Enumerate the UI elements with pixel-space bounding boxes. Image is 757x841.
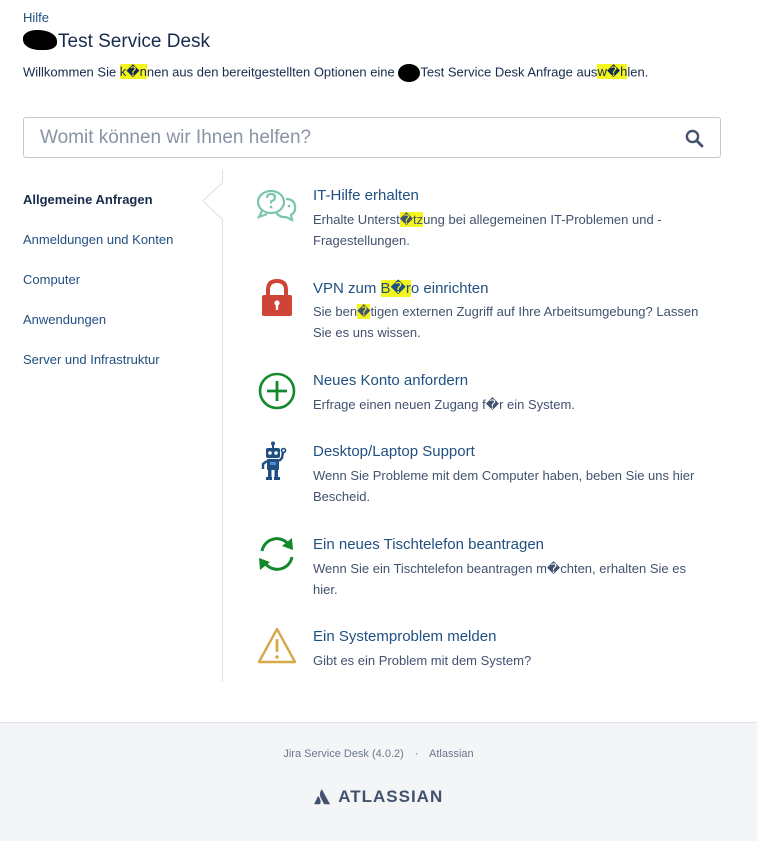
search-box <box>23 117 721 158</box>
nav-divider <box>222 170 223 682</box>
redaction-mark <box>398 64 421 82</box>
request-title[interactable]: Ein neues Tischtelefon beantragen <box>313 536 544 553</box>
footer-vendor-link[interactable]: Atlassian <box>429 748 474 760</box>
request-description: Sie ben�tigen externen Zugriff auf Ihre … <box>313 301 708 343</box>
refresh-icon <box>254 534 298 574</box>
desc-part: tigen externen Zugriff auf Ihre Arbeitsu… <box>313 304 699 340</box>
atlassian-mark-icon <box>313 789 330 805</box>
highlight: �tz <box>399 212 424 227</box>
welcome-part: nen aus den bereitgestellten Optionen ei… <box>146 64 395 80</box>
breadcrumb-help-link[interactable]: Hilfe <box>23 10 49 25</box>
desc-part: Erhalte Unterst <box>313 212 400 227</box>
category-server-und-infrastruktur[interactable]: Server und Infrastruktur <box>23 350 213 390</box>
request-title[interactable]: VPN zum B�ro einrichten <box>313 279 488 297</box>
category-computer[interactable]: Computer <box>23 270 213 310</box>
page-title: Test Service Desk <box>23 29 211 53</box>
title-part: o einrichten <box>410 280 489 297</box>
title-part: VPN zum <box>313 280 381 297</box>
question-bubbles-icon <box>254 185 298 225</box>
highlight: w�h <box>597 64 628 80</box>
welcome-part: �n <box>126 64 147 80</box>
category-anwendungen[interactable]: Anwendungen <box>23 310 213 350</box>
footer-links: Jira Service Desk (4.0.2) · Atlassian <box>0 748 757 760</box>
category-allgemeine-anfragen[interactable]: Allgemeine Anfragen <box>23 190 213 230</box>
desc-part: Sie ben <box>313 304 358 319</box>
footer: Jira Service Desk (4.0.2) · Atlassian AT… <box>0 722 757 841</box>
request-description: Erhalte Unterst�tzung bei allegemeinen I… <box>313 209 708 251</box>
footer-product-link[interactable]: Jira Service Desk (4.0.2) <box>283 748 403 760</box>
search-input[interactable] <box>24 118 664 157</box>
redaction-mark <box>23 29 57 50</box>
request-description: Gibt es ein Problem mit dem System? <box>313 653 532 668</box>
category-anmeldungen-und-konten[interactable]: Anmeldungen und Konten <box>23 230 213 270</box>
welcome-part: Willkommen Sie <box>23 64 120 80</box>
footer-separator: · <box>414 748 419 760</box>
request-description: Erfrage einen neuen Zugang f�r ein Syste… <box>313 397 575 412</box>
page-title-text: Test Service Desk <box>58 31 211 52</box>
search-icon[interactable] <box>685 129 704 153</box>
request-title[interactable]: Desktop/Laptop Support <box>313 443 475 460</box>
lock-icon <box>254 277 298 317</box>
welcome-part: len. <box>627 64 649 80</box>
highlight: k�n <box>119 64 147 80</box>
request-description: Wenn Sie ein Tischtelefon beantragen m�c… <box>313 561 686 597</box>
request-description: Wenn Sie Probleme mit dem Computer haben… <box>313 468 695 504</box>
highlight: B�r <box>380 280 411 297</box>
request-title[interactable]: IT-Hilfe erhalten <box>313 187 419 204</box>
welcome-part: w�h <box>597 64 628 80</box>
welcome-part: Test Service Desk Anfrage aus <box>420 64 598 80</box>
robot-icon <box>254 441 298 481</box>
plus-circle-icon <box>254 370 298 410</box>
atlassian-logo[interactable]: ATLASSIAN <box>0 787 757 807</box>
category-nav: Allgemeine Anfragen Anmeldungen und Kont… <box>23 190 213 390</box>
atlassian-wordmark: ATLASSIAN <box>338 787 444 806</box>
request-title[interactable]: Neues Konto anfordern <box>313 372 468 389</box>
active-category-pointer <box>202 181 224 220</box>
warning-icon <box>254 626 298 666</box>
highlight: � <box>357 304 371 319</box>
welcome-text: Willkommen Sie k�nnen aus den bereitgest… <box>23 64 648 82</box>
request-title[interactable]: Ein Systemproblem melden <box>313 628 496 645</box>
